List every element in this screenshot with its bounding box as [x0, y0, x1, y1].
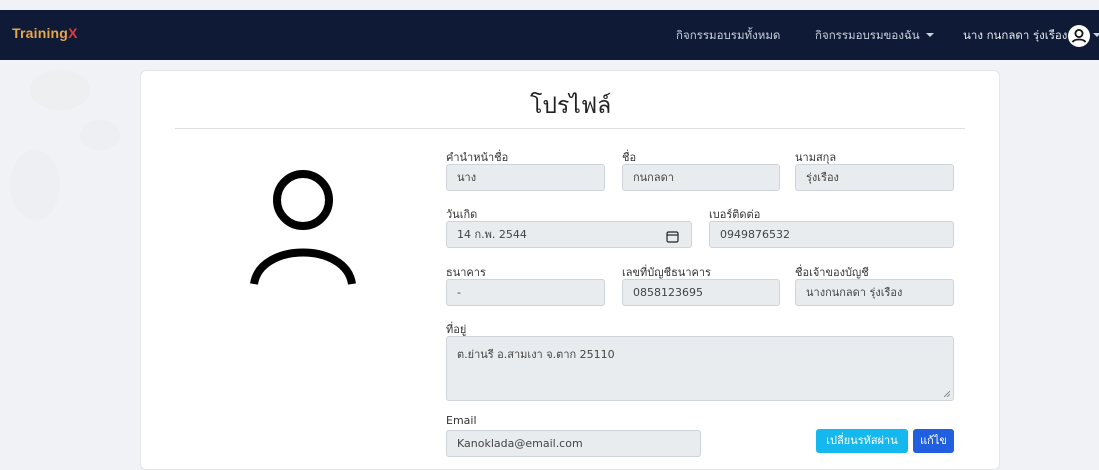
calendar-icon[interactable]	[666, 228, 679, 243]
caret-down-icon	[925, 33, 934, 37]
user-avatar-icon[interactable]	[1068, 25, 1090, 47]
title-divider	[175, 128, 965, 129]
change-password-button[interactable]: เปลี่ยนรหัสผ่าน	[816, 429, 908, 453]
prefix-field[interactable]: นาง	[446, 164, 605, 191]
address-textarea[interactable]: ต.ย่านรี อ.สามเงา จ.ตาก 25110	[446, 336, 954, 401]
email-field[interactable]: Kanoklada@email.com	[446, 430, 701, 457]
nav-my-activities-dropdown[interactable]: กิจกรรมอบรมของฉัน	[815, 27, 934, 45]
page-title: โปรไฟล์	[530, 93, 612, 119]
address-text: ต.ย่านรี อ.สามเงา จ.ตาก 25110	[457, 348, 615, 361]
bank-field[interactable]: -	[446, 279, 605, 306]
edit-button[interactable]: แก้ไข	[913, 429, 954, 453]
phone-field[interactable]: 0949876532	[709, 221, 954, 248]
account-number-field[interactable]: 0858123695	[622, 279, 780, 306]
first-name-field[interactable]: กนกลดา	[622, 164, 780, 191]
nav-user-name[interactable]: นาง กนกลดา รุ่งเรือง	[963, 27, 1067, 45]
email-label: Email	[446, 414, 477, 427]
account-owner-field[interactable]: นางกนกลดา รุ่งเรือง	[795, 279, 954, 306]
user-menu-caret-icon[interactable]	[1093, 33, 1099, 37]
birthdate-field[interactable]: 14 ก.พ. 2544	[446, 221, 692, 248]
brand-logo[interactable]: TrainingX	[12, 25, 78, 41]
last-name-field[interactable]: รุ่งเรือง	[795, 164, 954, 191]
profile-user-icon	[248, 170, 358, 288]
nav-all-activities[interactable]: กิจกรรมอบรมทั้งหมด	[676, 27, 780, 45]
top-navbar: TrainingX กิจกรรมอบรมทั้งหมด กิจกรรมอบรม…	[0, 10, 1099, 60]
resize-handle-icon[interactable]	[944, 391, 950, 397]
